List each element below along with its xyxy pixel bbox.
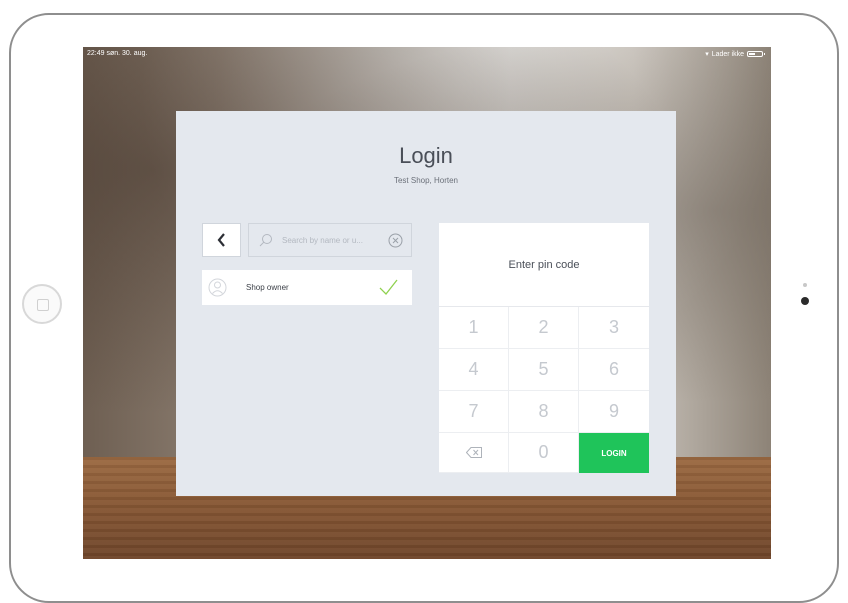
back-button[interactable] [202, 223, 241, 257]
backspace-button[interactable] [439, 433, 509, 473]
page-title: Login [399, 143, 453, 168]
screen: 22:49 søn. 30. aug. ▾ Lader ikke Login T… [83, 47, 771, 559]
clear-search-icon[interactable] [388, 233, 403, 248]
search-icon [259, 234, 272, 247]
chevron-left-icon [217, 233, 225, 247]
key-9[interactable]: 9 [579, 391, 649, 433]
front-sensor [803, 283, 807, 287]
login-button[interactable]: LOGIN [579, 433, 649, 473]
pin-display: Enter pin code [439, 223, 649, 307]
key-0[interactable]: 0 [509, 433, 579, 473]
search-input[interactable]: Search by name or u... [248, 223, 412, 257]
key-2[interactable]: 2 [509, 307, 579, 349]
user-name: Shop owner [246, 283, 289, 292]
keypad: 1 2 3 4 5 6 7 8 9 0 LOGIN [439, 307, 649, 473]
shop-subtitle: Test Shop, Horten [393, 176, 459, 185]
key-5[interactable]: 5 [509, 349, 579, 391]
charging-status: Lader ikke [711, 50, 744, 58]
battery-icon [747, 51, 765, 57]
status-bar: 22:49 søn. 30. aug. ▾ Lader ikke [83, 47, 771, 61]
key-8[interactable]: 8 [509, 391, 579, 433]
key-3[interactable]: 3 [579, 307, 649, 349]
wifi-icon: ▾ [705, 51, 709, 58]
login-panel: Login Test Shop, Horten Search by name o… [176, 111, 676, 496]
user-avatar-icon [208, 278, 227, 297]
key-4[interactable]: 4 [439, 349, 509, 391]
key-7[interactable]: 7 [439, 391, 509, 433]
search-placeholder: Search by name or u... [282, 236, 363, 245]
home-button[interactable] [22, 284, 62, 324]
pin-panel: Enter pin code 1 2 3 4 5 6 7 8 9 0 LOGIN [439, 223, 649, 473]
user-list-item[interactable]: Shop owner [202, 270, 412, 305]
status-time-date: 22:49 søn. 30. aug. [87, 50, 148, 57]
key-6[interactable]: 6 [579, 349, 649, 391]
home-button-icon [37, 299, 49, 311]
backspace-icon [465, 447, 482, 458]
status-indicators: ▾ Lader ikke [705, 50, 765, 58]
key-1[interactable]: 1 [439, 307, 509, 349]
front-camera [801, 297, 809, 305]
checkmark-icon [379, 279, 398, 295]
